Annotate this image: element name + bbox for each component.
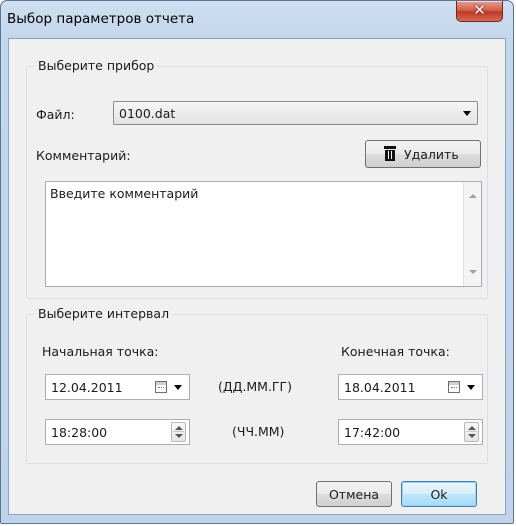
- end-date-value: 18.04.2011: [344, 380, 416, 395]
- comment-textarea[interactable]: Введите комментарий: [45, 181, 482, 287]
- trash-icon: [384, 146, 396, 161]
- file-select[interactable]: 0100.dat: [113, 101, 478, 125]
- time-format-hint: (ЧЧ.ММ): [232, 424, 285, 439]
- cancel-button-label: Отмена: [328, 487, 380, 502]
- delete-button[interactable]: Удалить: [365, 140, 481, 168]
- start-time-field[interactable]: 18:28:00: [45, 419, 190, 445]
- scroll-up-icon[interactable]: [469, 194, 477, 198]
- start-point-label: Начальная точка:: [42, 344, 159, 359]
- dialog-client-area: Выберите прибор Файл: 0100.dat Комментар…: [8, 38, 506, 515]
- end-time-value: 17:42:00: [344, 425, 401, 440]
- end-point-label: Конечная точка:: [341, 344, 450, 359]
- calendar-icon[interactable]: [155, 381, 167, 393]
- window-title: Выбор параметров отчета: [7, 11, 195, 27]
- chevron-down-icon[interactable]: [467, 385, 475, 390]
- file-label: Файл:: [36, 107, 75, 122]
- ok-button[interactable]: Ok: [401, 481, 477, 507]
- spinner-icon[interactable]: [171, 422, 186, 442]
- interval-group-legend: Выберите интервал: [35, 306, 173, 321]
- date-format-hint: (ДД.ММ.ГГ): [218, 379, 293, 394]
- file-select-value: 0100.dat: [119, 106, 176, 121]
- device-group-legend: Выберите прибор: [35, 58, 158, 73]
- end-date-picker[interactable]: 18.04.2011: [338, 374, 483, 400]
- scroll-down-icon[interactable]: [469, 270, 477, 274]
- start-date-picker[interactable]: 12.04.2011: [45, 374, 190, 400]
- cancel-button[interactable]: Отмена: [316, 481, 392, 507]
- comment-label: Комментарий:: [36, 148, 131, 163]
- comment-placeholder: Введите комментарий: [50, 186, 199, 201]
- start-time-value: 18:28:00: [51, 425, 108, 440]
- ok-button-label: Ok: [430, 487, 448, 502]
- close-button[interactable]: ✕: [456, 1, 503, 22]
- spinner-icon[interactable]: [464, 422, 479, 442]
- delete-button-label: Удалить: [404, 147, 459, 162]
- comment-scrollbar[interactable]: [463, 182, 481, 286]
- chevron-down-icon[interactable]: [174, 385, 182, 390]
- close-icon: ✕: [473, 1, 486, 19]
- chevron-down-icon: [463, 111, 471, 116]
- calendar-icon[interactable]: [448, 381, 460, 393]
- end-time-field[interactable]: 17:42:00: [338, 419, 483, 445]
- start-date-value: 12.04.2011: [51, 380, 123, 395]
